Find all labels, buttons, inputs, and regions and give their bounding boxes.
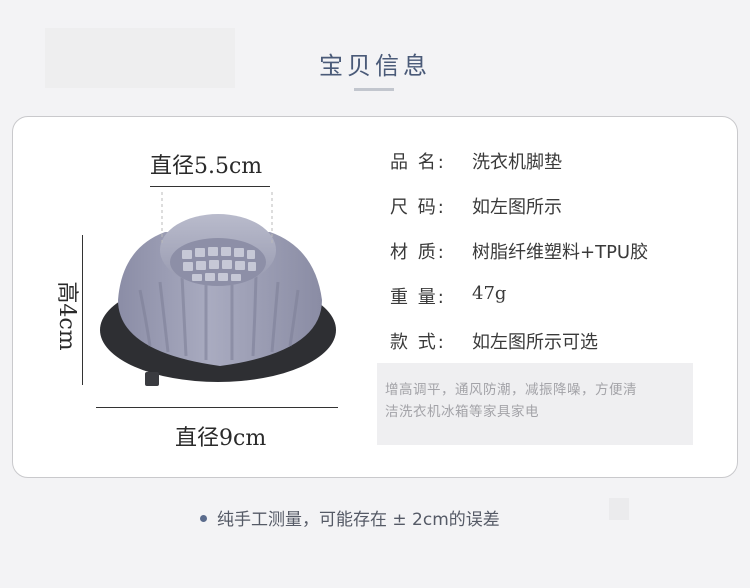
spec-value: 树脂纤维塑料+TPU胶: [472, 242, 649, 263]
height-label: 高4cm: [54, 281, 79, 351]
top-diameter-line: [150, 186, 270, 187]
bottom-diameter-line: [96, 407, 338, 408]
spec-label: 材 质:: [390, 242, 446, 263]
spec-value: 如左图所示可选: [472, 332, 598, 353]
spec-value: 47g: [472, 283, 507, 304]
bullet-icon: [200, 514, 207, 522]
footnote-text: 纯手工测量，可能存在 ± 2cm的误差: [217, 510, 500, 530]
measurement-footnote: 纯手工测量，可能存在 ± 2cm的误差: [200, 505, 500, 530]
bottom-diameter-label: 直径9cm: [175, 426, 267, 451]
feature-note: 增高调平，通风防潮，减振降噪，方便清 洁洗衣机冰箱等家具家电: [377, 363, 693, 445]
decorative-box: [609, 498, 629, 520]
note-line: 增高调平，通风防潮，减振降噪，方便清: [385, 382, 637, 398]
spec-list: 品 名: 洗衣机脚垫 尺 码: 如左图所示 材 质: 树脂纤维塑料+TPU胶 重…: [390, 148, 648, 373]
spec-label: 款 式:: [390, 332, 446, 353]
spec-value: 洗衣机脚垫: [472, 152, 562, 173]
spec-label: 尺 码:: [390, 197, 446, 218]
spec-label: 品 名:: [390, 152, 446, 173]
spec-row-size: 尺 码: 如左图所示: [390, 193, 648, 238]
spec-label: 重 量:: [390, 287, 446, 308]
spec-row-weight: 重 量: 47g: [390, 283, 648, 328]
top-diameter-label: 直径5.5cm: [150, 154, 263, 179]
spec-value: 如左图所示: [472, 197, 562, 218]
spec-row-material: 材 质: 树脂纤维塑料+TPU胶: [390, 238, 648, 283]
note-line: 洁洗衣机冰箱等家具家电: [385, 404, 539, 420]
spec-row-name: 品 名: 洗衣机脚垫: [390, 148, 648, 193]
